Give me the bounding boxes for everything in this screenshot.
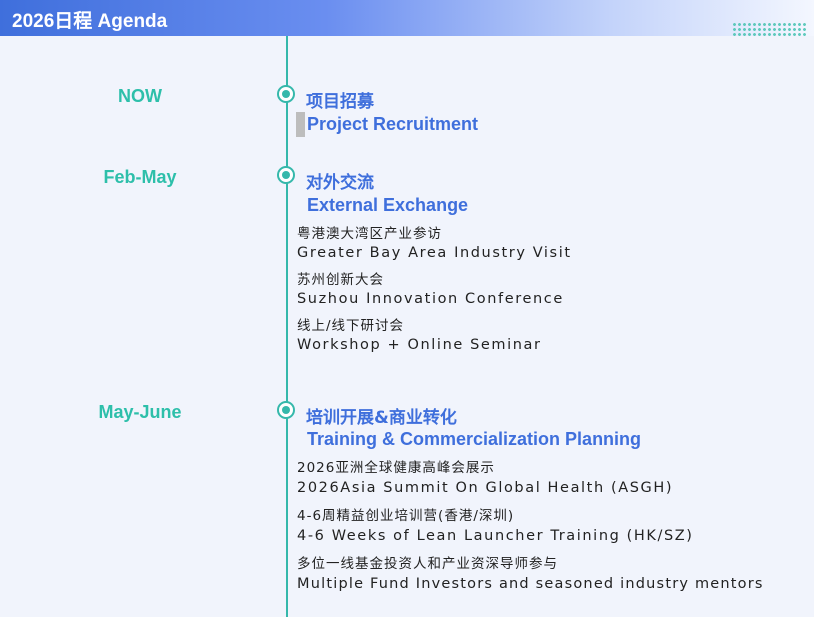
milestone-title-cn: 培训开展&商业转化 <box>306 408 457 428</box>
timeline-line <box>286 36 288 617</box>
detail-line: 4-6周精益创业培训营(香港/深圳) <box>297 508 515 524</box>
milestone-title-cn: 项目招募 <box>306 92 374 112</box>
page-title: 2026日程 Agenda <box>12 11 168 32</box>
detail-line: 2026Asia Summit On Global Health (ASGH) <box>297 480 674 496</box>
text-cursor-highlight <box>296 112 305 137</box>
detail-line: 多位一线基金投资人和产业资深导师参与 <box>297 556 558 572</box>
milestone-title-en: Project Recruitment <box>307 114 479 134</box>
period-label-now: NOW <box>118 86 162 106</box>
timeline-marker-icon <box>277 85 295 103</box>
period-label-may-june: May-June <box>98 402 182 422</box>
timeline-marker-icon <box>277 401 295 419</box>
period-label-feb-may: Feb-May <box>103 167 177 187</box>
detail-line: 线上/线下研讨会 <box>297 318 405 334</box>
header-banner: 2026日程 Agenda <box>0 0 814 36</box>
detail-line: 粤港澳大湾区产业参访 <box>297 226 442 242</box>
detail-line: 苏州创新大会 <box>297 272 384 288</box>
milestone-title-en: Training & Commercialization Planning <box>307 429 642 449</box>
detail-line: 2026亚洲全球健康高峰会展示 <box>297 460 495 476</box>
detail-line: 4-6 Weeks of Lean Launcher Training (HK/… <box>297 528 694 544</box>
detail-line: Suzhou Innovation Conference <box>297 291 564 307</box>
detail-line: Workshop + Online Seminar <box>297 337 542 353</box>
detail-line: Greater Bay Area Industry Visit <box>297 245 572 261</box>
timeline-marker-icon <box>277 166 295 184</box>
detail-line: Multiple Fund Investors and seasoned ind… <box>297 576 764 592</box>
milestone-title-cn: 对外交流 <box>306 173 374 193</box>
milestone-title-en: External Exchange <box>307 195 469 215</box>
